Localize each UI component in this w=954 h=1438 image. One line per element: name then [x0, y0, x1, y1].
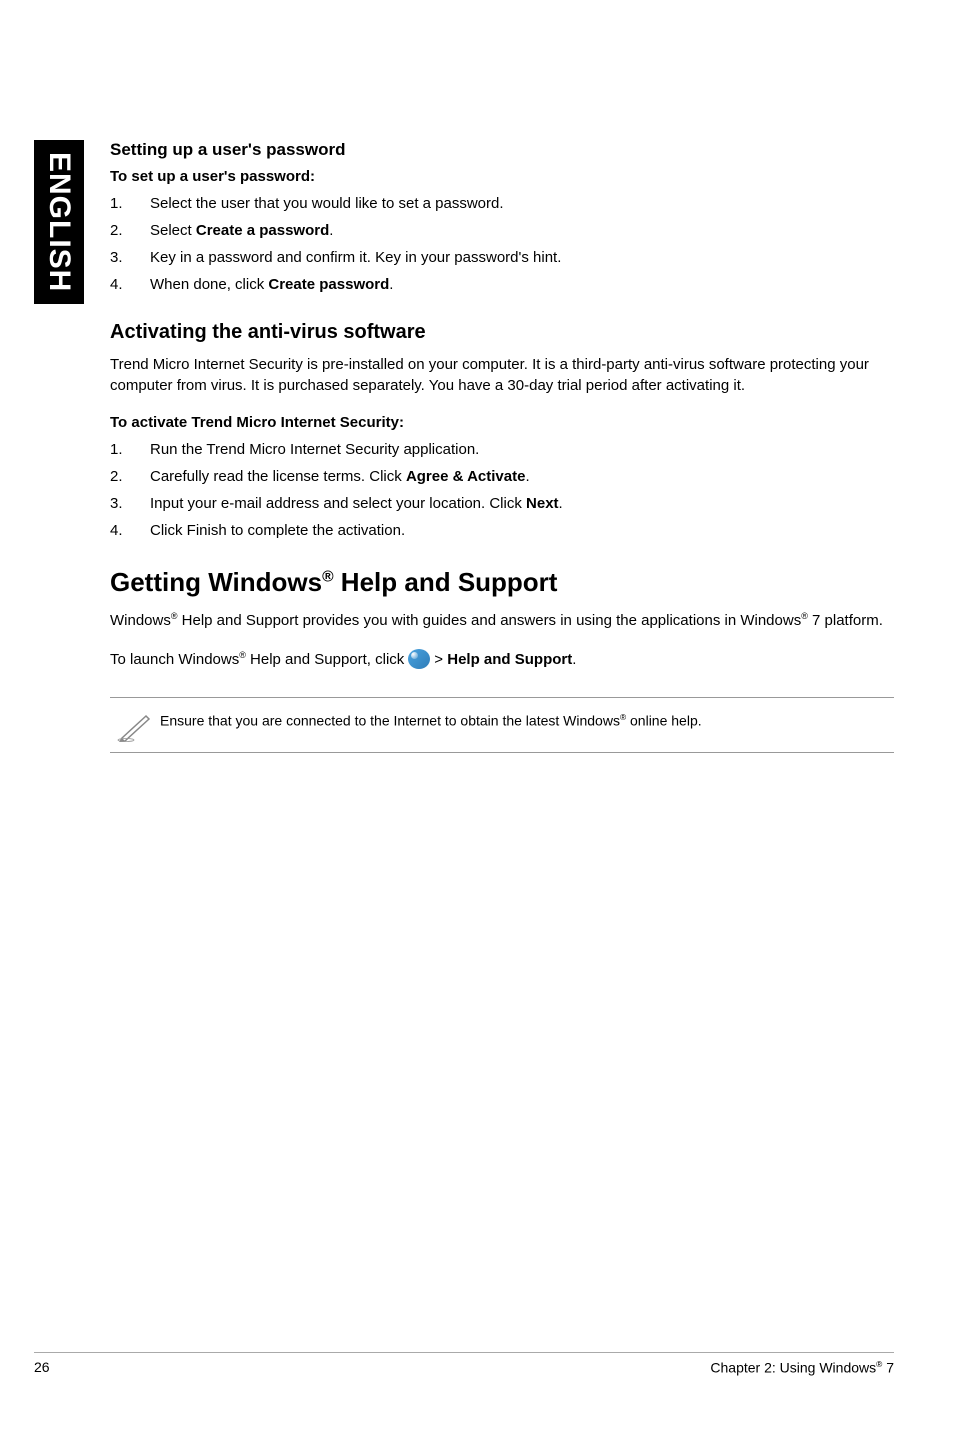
note-text: Ensure that you are connected to the Int… [160, 708, 702, 729]
note-callout: Ensure that you are connected to the Int… [110, 697, 894, 753]
registered-mark: ® [322, 568, 334, 585]
step-number: 4. [110, 276, 150, 293]
step-text: Select the user that you would like to s… [150, 195, 894, 212]
text-fragment: . [525, 468, 529, 485]
step-text: Key in a password and confirm it. Key in… [150, 249, 894, 266]
text-fragment: To launch Windows [110, 651, 239, 668]
text-fragment: online help. [626, 713, 702, 729]
page-number: 26 [34, 1359, 50, 1376]
text-fragment: Getting Windows [110, 567, 322, 597]
list-item: 4. When done, click Create password. [110, 276, 894, 293]
section-heading-help-support: Getting Windows® Help and Support [110, 567, 894, 598]
step-number: 1. [110, 195, 150, 212]
text-fragment: > Help and Support. [434, 651, 576, 668]
text-fragment: Chapter 2: Using Windows [710, 1360, 876, 1376]
main-content: Setting up a user's password To set up a… [110, 140, 894, 753]
steps-set-password: 1. Select the user that you would like t… [110, 195, 894, 293]
bold-fragment: Create password [268, 276, 389, 293]
text-fragment: Help and Support, click [246, 651, 404, 668]
step-number: 4. [110, 522, 150, 539]
bold-fragment: Create a password [196, 222, 329, 239]
body-text-help-support: Windows® Help and Support provides you w… [110, 610, 894, 631]
text-fragment: > [434, 651, 447, 668]
step-number: 3. [110, 249, 150, 266]
text-fragment: Ensure that you are connected to the Int… [160, 713, 620, 729]
list-item: 3. Input your e-mail address and select … [110, 495, 894, 512]
text-fragment: To launch Windows® Help and Support, cli… [110, 650, 404, 668]
windows-start-icon [408, 649, 430, 669]
step-number: 1. [110, 441, 150, 458]
step-text: Carefully read the license terms. Click … [150, 468, 894, 485]
list-item: 2. Carefully read the license terms. Cli… [110, 468, 894, 485]
list-item: 2. Select Create a password. [110, 222, 894, 239]
page-footer: 26 Chapter 2: Using Windows® 7 [34, 1352, 894, 1376]
text-fragment: . [389, 276, 393, 293]
text-fragment: . [329, 222, 333, 239]
step-text: Click Finish to complete the activation. [150, 522, 894, 539]
step-number: 3. [110, 495, 150, 512]
text-fragment: 7 [882, 1360, 894, 1376]
text-fragment: Carefully read the license terms. Click [150, 468, 406, 485]
pen-icon [110, 708, 160, 742]
launch-instruction: To launch Windows® Help and Support, cli… [110, 649, 894, 669]
list-item: 4. Click Finish to complete the activati… [110, 522, 894, 539]
text-fragment: Input your e-mail address and select you… [150, 495, 526, 512]
chapter-label: Chapter 2: Using Windows® 7 [710, 1359, 894, 1376]
section-heading-antivirus: Activating the anti-virus software [110, 321, 894, 344]
bold-fragment: Help and Support [447, 651, 572, 668]
step-text: Select Create a password. [150, 222, 894, 239]
list-item: 1. Select the user that you would like t… [110, 195, 894, 212]
text-fragment: . [572, 651, 576, 668]
text-fragment: . [559, 495, 563, 512]
text-fragment: Select [150, 222, 196, 239]
registered-mark: ® [171, 611, 178, 621]
text-fragment: When done, click [150, 276, 268, 293]
registered-mark: ® [801, 611, 808, 621]
text-fragment: Windows [110, 612, 171, 629]
step-text: Run the Trend Micro Internet Security ap… [150, 441, 894, 458]
step-text: When done, click Create password. [150, 276, 894, 293]
text-fragment: Help and Support provides you with guide… [178, 612, 802, 629]
steps-activate-trend: 1. Run the Trend Micro Internet Security… [110, 441, 894, 539]
text-fragment: 7 platform. [808, 612, 883, 629]
body-text-antivirus: Trend Micro Internet Security is pre-ins… [110, 354, 894, 396]
language-tab: ENGLISH [34, 140, 84, 304]
subheading-activate-trend: To activate Trend Micro Internet Securit… [110, 414, 894, 431]
bold-fragment: Next [526, 495, 559, 512]
section-heading-password: Setting up a user's password [110, 140, 894, 160]
list-item: 1. Run the Trend Micro Internet Security… [110, 441, 894, 458]
registered-mark: ® [239, 650, 246, 660]
subheading-set-password: To set up a user's password: [110, 168, 894, 185]
list-item: 3. Key in a password and confirm it. Key… [110, 249, 894, 266]
bold-fragment: Agree & Activate [406, 468, 526, 485]
text-fragment: Help and Support [334, 567, 558, 597]
step-number: 2. [110, 468, 150, 485]
step-number: 2. [110, 222, 150, 239]
step-text: Input your e-mail address and select you… [150, 495, 894, 512]
